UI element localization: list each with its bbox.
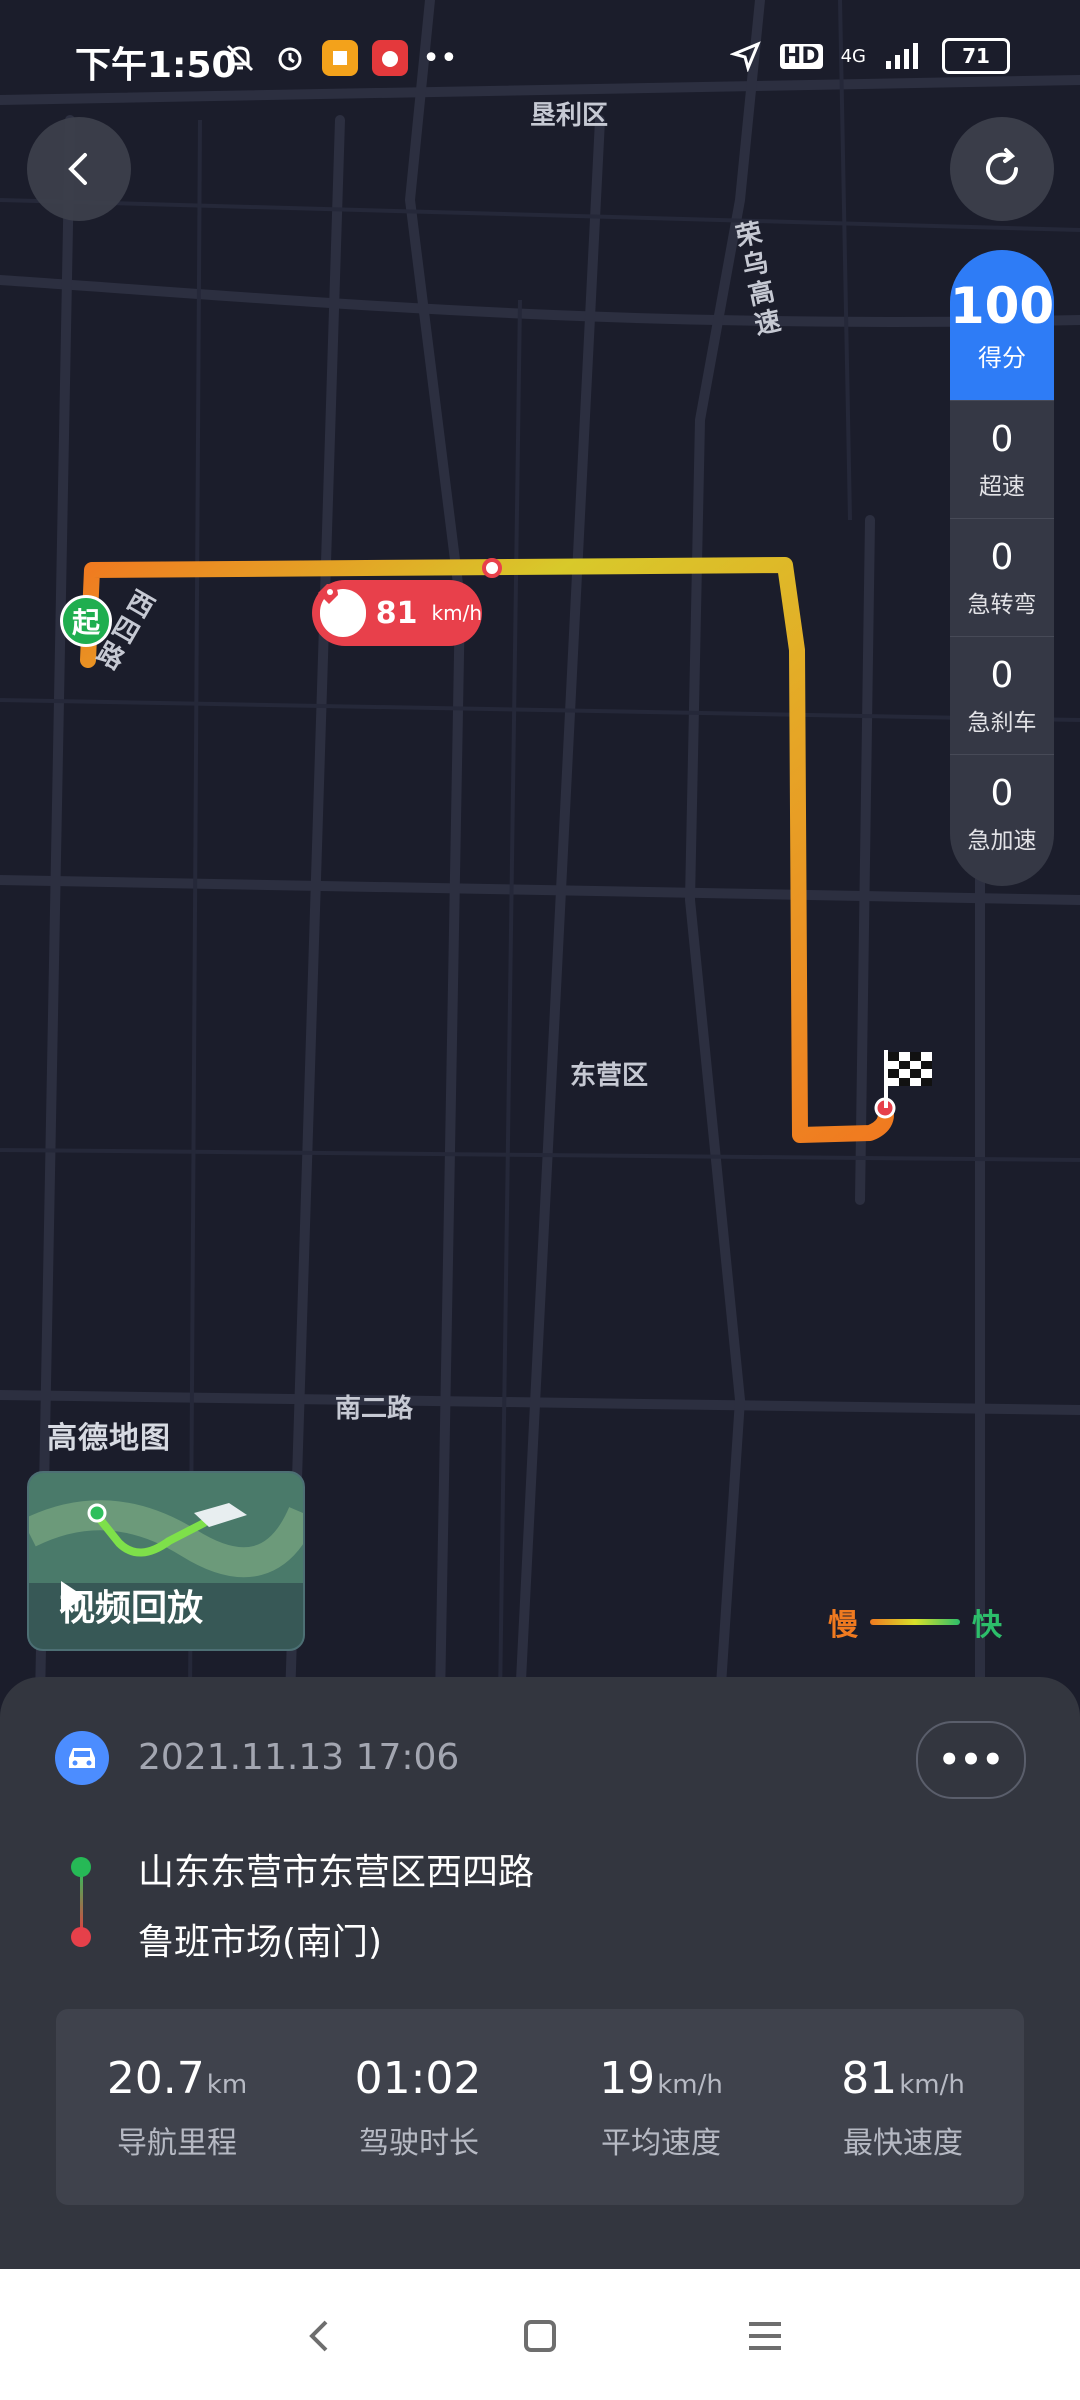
stat-duration: 01:02 驾驶时长 <box>298 2009 540 2205</box>
metric-sharp-turn: 0 急转弯 <box>950 518 1054 636</box>
more-options-button[interactable]: ••• <box>916 1721 1026 1799</box>
score-header: 100 得分 <box>950 250 1054 400</box>
stat-distance: 20.7km 导航里程 <box>56 2009 298 2205</box>
trip-stats: 20.7km 导航里程 01:02 驾驶时长 19km/h 平均速度 81km/… <box>56 2009 1024 2205</box>
battery-indicator: 71 <box>942 38 1010 74</box>
finish-flag-icon <box>884 1050 932 1108</box>
stat-max-speed: 81km/h 最快速度 <box>782 2009 1024 2205</box>
status-time: 下午1:50 <box>75 45 237 86</box>
refresh-icon <box>986 148 1018 185</box>
jd-app-icon <box>372 40 408 76</box>
stat-label: 导航里程 <box>117 2125 237 2161</box>
amap-logo: 高德地图 <box>47 1421 171 1456</box>
legend-gradient-bar <box>870 1619 960 1625</box>
top-speed-bubble: 81 km/h <box>312 580 482 646</box>
top-speed-unit: km/h <box>431 601 482 625</box>
play-icon <box>61 1581 85 1613</box>
district-label-dongying: 东营区 <box>570 1061 649 1091</box>
more-notifications-icon: •• <box>422 40 458 76</box>
start-marker: 起 <box>60 595 112 647</box>
top-speed-value: 81 <box>375 595 418 631</box>
route-path <box>80 557 894 1143</box>
status-bar: 下午1:50 •• HD 4G 71 <box>0 0 1080 120</box>
stat-value: 20.7 <box>106 2052 205 2104</box>
legend-fast: 快 <box>972 1608 1002 1643</box>
chevron-left-icon <box>309 2320 328 2352</box>
stat-label: 驾驶时长 <box>359 2125 479 2161</box>
stat-value: 19 <box>599 2052 656 2104</box>
score-value: 100 <box>950 276 1054 335</box>
start-address: 山东东营市东营区西四路 <box>138 1852 535 1893</box>
metric-rapid-accel: 0 急加速 <box>950 754 1054 872</box>
mute-bell-icon <box>222 40 258 76</box>
hd-badge: HD <box>779 43 823 69</box>
metric-value: 0 <box>990 418 1014 460</box>
system-nav-bar <box>0 2269 1080 2400</box>
nav-home-button[interactable] <box>505 2301 575 2371</box>
back-button[interactable] <box>27 117 131 221</box>
network-label: 4G <box>840 45 866 67</box>
metric-label: 急转弯 <box>967 591 1037 618</box>
nav-menu-button[interactable] <box>730 2301 800 2371</box>
trip-detail-sheet: 2021.11.13 17:06 ••• 山东东营市东营区西四路 鲁班市场(南门… <box>0 1677 1080 2269</box>
metric-value: 0 <box>990 536 1014 578</box>
stat-avg-speed: 19km/h 平均速度 <box>540 2009 782 2205</box>
route-connector-line <box>80 1870 83 1932</box>
signal-icon <box>886 43 918 69</box>
speed-legend: 慢 快 <box>828 1600 1002 1644</box>
end-address: 鲁班市场(南门) <box>138 1922 383 1963</box>
road-label-naner: 南二路 <box>335 1394 414 1424</box>
route-map[interactable]: 垦利区 荣乌高速 西四路 东营区 南二路 起 81 km/h 高德地图 视频回放 … <box>0 0 1080 1700</box>
refresh-button[interactable] <box>950 117 1054 221</box>
metric-value: 0 <box>990 654 1014 696</box>
nav-back-button[interactable] <box>284 2301 354 2371</box>
location-arrow-icon <box>729 41 761 72</box>
score-label: 得分 <box>978 343 1026 372</box>
metric-hard-brake: 0 急刹车 <box>950 636 1054 754</box>
metric-label: 超速 <box>979 473 1025 500</box>
video-replay-button[interactable]: 视频回放 <box>27 1471 305 1651</box>
metric-value: 0 <box>990 772 1014 814</box>
stat-value: 01:02 <box>354 2052 482 2104</box>
notes-app-icon <box>322 40 358 76</box>
chevron-left-icon <box>68 153 87 185</box>
car-icon <box>55 1731 109 1785</box>
start-dot-icon <box>71 1857 91 1877</box>
trip-datetime: 2021.11.13 17:06 <box>138 1737 460 1778</box>
stat-unit: km/h <box>899 2069 965 2100</box>
legend-slow: 慢 <box>828 1608 858 1643</box>
home-square-icon <box>524 2320 556 2352</box>
metric-label: 急刹车 <box>967 709 1037 736</box>
stat-label: 最快速度 <box>843 2125 963 2161</box>
end-dot-icon <box>71 1927 91 1947</box>
stat-value: 81 <box>841 2052 898 2104</box>
stat-unit: km/h <box>657 2069 723 2100</box>
menu-icon <box>749 2322 781 2350</box>
driving-score-panel: 100 得分 0 超速 0 急转弯 0 急刹车 0 急加速 <box>950 250 1054 886</box>
alarm-icon <box>272 40 308 76</box>
metric-label: 急加速 <box>967 827 1037 854</box>
stat-unit: km <box>206 2069 248 2100</box>
stat-label: 平均速度 <box>601 2125 721 2161</box>
metric-speeding: 0 超速 <box>950 400 1054 518</box>
rocket-icon <box>318 584 366 637</box>
